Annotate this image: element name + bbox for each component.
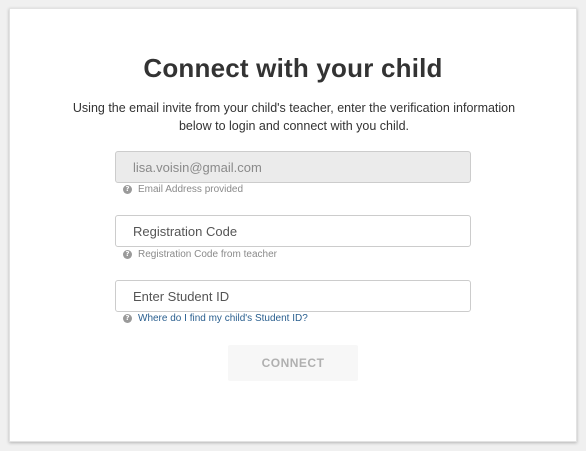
- question-circle-icon: ?: [123, 314, 132, 323]
- page-title: Connect with your child: [143, 53, 443, 83]
- connect-button[interactable]: CONNECT: [228, 345, 358, 381]
- student-id-input[interactable]: [115, 280, 471, 312]
- student-id-help-link[interactable]: Where do I find my child's Student ID?: [138, 313, 308, 324]
- registration-code-input[interactable]: [115, 215, 471, 247]
- email-hint: ? Email Address provided: [123, 184, 243, 195]
- registration-code-hint-text: Registration Code from teacher: [138, 249, 277, 260]
- registration-code-hint: ? Registration Code from teacher: [123, 249, 277, 260]
- question-circle-icon: ?: [123, 250, 132, 259]
- page-subtitle: Using the email invite from your child's…: [72, 101, 516, 133]
- question-circle-icon: ?: [123, 185, 132, 194]
- email-hint-text: Email Address provided: [138, 184, 244, 195]
- email-field[interactable]: [115, 151, 471, 183]
- student-id-hint: ? Where do I find my child's Student ID?: [123, 313, 308, 324]
- connect-card: Connect with your child Using the email …: [9, 8, 577, 442]
